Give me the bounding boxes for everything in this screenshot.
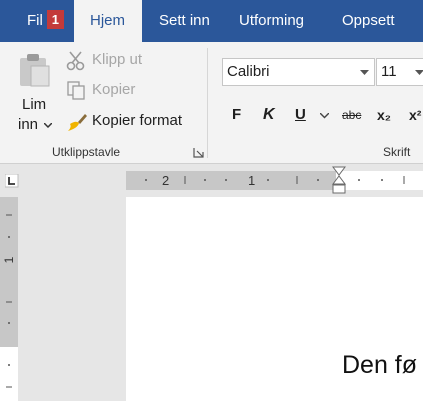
underline-button[interactable]: U xyxy=(295,103,306,127)
bold-button[interactable]: F xyxy=(232,103,241,127)
dialog-launcher-icon[interactable] xyxy=(193,147,204,158)
font-size-value: 11 xyxy=(381,63,397,80)
keytip-badge: 1 xyxy=(46,10,64,29)
format-painter-button[interactable]: Kopier format xyxy=(66,111,198,133)
font-name-combobox[interactable]: Calibri xyxy=(222,58,375,86)
horizontal-ruler-ticks xyxy=(145,176,405,184)
subscript-button[interactable]: x₂ xyxy=(377,103,391,127)
underline-dropdown-icon[interactable] xyxy=(320,113,329,119)
strikethrough-label: abc xyxy=(342,108,362,122)
ruler-number: 2 xyxy=(162,173,170,188)
vertical-ruler-ticks xyxy=(6,214,12,388)
tab-design-label: Utforming xyxy=(239,12,305,29)
tab-insert-label: Sett inn xyxy=(159,12,210,29)
tab-insert[interactable]: Sett inn xyxy=(159,0,210,42)
ribbon: Lim inn Klipp ut Kopier Kopier format Ut… xyxy=(0,42,423,164)
cut-label: Klipp ut xyxy=(92,51,143,68)
font-size-dropdown-icon[interactable] xyxy=(415,70,423,76)
font-name-dropdown-icon[interactable] xyxy=(360,70,369,76)
format-painter-label: Kopier format xyxy=(92,112,183,129)
ruler-number: 1 xyxy=(248,173,256,188)
paste-button[interactable]: Lim inn xyxy=(8,48,56,138)
tab-home[interactable]: Hjem xyxy=(74,0,142,42)
tab-design[interactable]: Utforming xyxy=(239,0,304,42)
bold-label: F xyxy=(232,106,242,123)
subscript-label: x₂ xyxy=(377,107,392,123)
document-text[interactable]: Den fø xyxy=(342,351,417,380)
copy-label: Kopier xyxy=(92,81,136,98)
superscript-button[interactable]: x² xyxy=(409,103,421,127)
italic-button[interactable]: K xyxy=(263,103,275,127)
cut-button[interactable]: Klipp ut xyxy=(66,50,186,72)
tab-layout-label: Oppsett xyxy=(342,12,395,29)
italic-label: K xyxy=(263,106,275,123)
clipboard-icon xyxy=(20,54,50,87)
strikethrough-button[interactable]: abc xyxy=(342,103,361,127)
indent-marker-icon[interactable] xyxy=(331,166,347,196)
tab-layout[interactable]: Oppsett xyxy=(342,0,395,42)
tab-file-label: Fil xyxy=(27,12,43,29)
group-separator xyxy=(207,48,208,158)
copy-icon xyxy=(67,81,85,100)
tab-home-label: Hjem xyxy=(90,12,126,29)
copy-button[interactable]: Kopier xyxy=(66,80,186,102)
ruler-number: 1 xyxy=(2,256,16,264)
scissors-icon xyxy=(66,51,85,71)
font-group-label: Skrift xyxy=(383,145,411,159)
tab-file[interactable]: Fil 1 xyxy=(27,0,64,42)
clipboard-group-label: Utklippstavle xyxy=(52,145,121,159)
ribbon-tab-bar: Fil 1 Hjem Sett inn Utforming Oppsett xyxy=(0,0,423,42)
paste-label-line1: Lim xyxy=(22,96,47,113)
paintbrush-icon xyxy=(68,114,87,131)
chevron-down-icon xyxy=(44,123,52,129)
underline-label: U xyxy=(295,106,306,123)
font-name-value: Calibri xyxy=(227,63,270,80)
paste-label-line2: inn xyxy=(18,116,39,133)
superscript-label: x² xyxy=(409,107,422,123)
